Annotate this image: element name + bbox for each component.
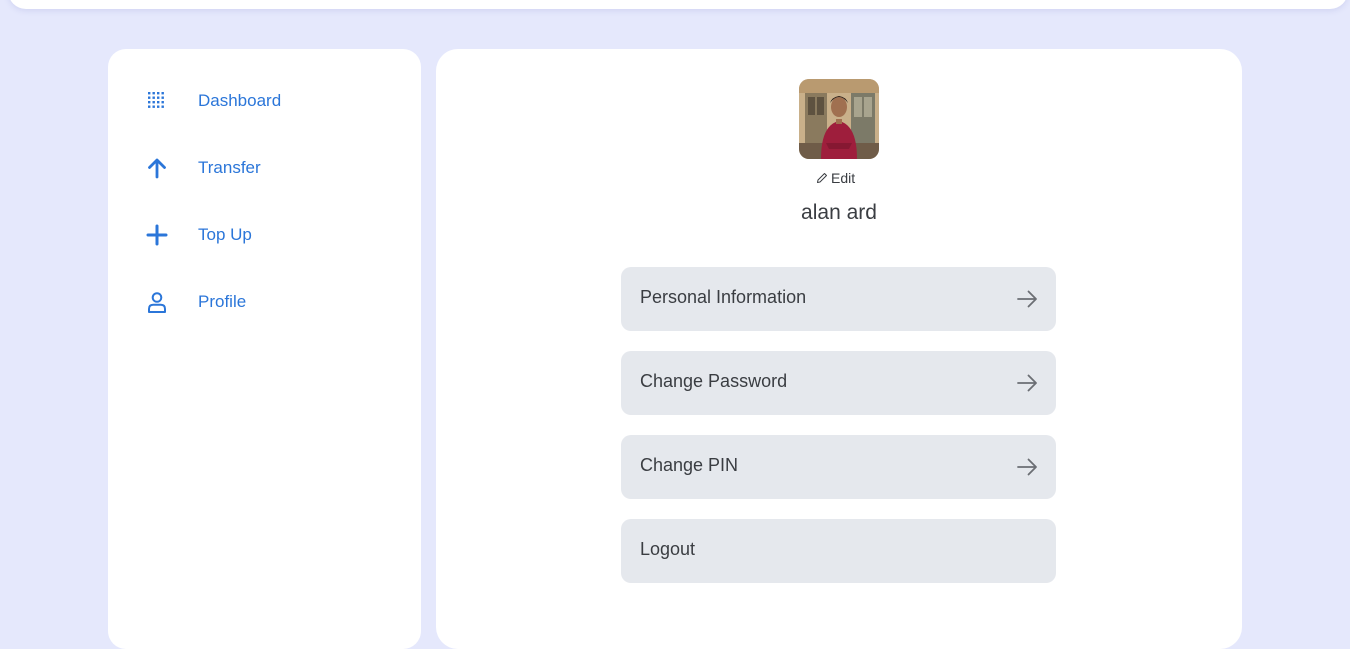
sidebar-item-label: Profile bbox=[198, 292, 247, 311]
arrow-right-icon bbox=[1016, 456, 1038, 478]
sidebar: Dashboard Transfer Top Up Profile bbox=[108, 49, 421, 649]
sidebar-item-transfer[interactable]: Transfer bbox=[144, 153, 261, 183]
change-password-button[interactable]: Change Password bbox=[621, 351, 1056, 415]
menu-button-label: Personal Information bbox=[640, 286, 807, 307]
user-name: alan ard bbox=[801, 201, 877, 224]
menu-button-label: Change Password bbox=[640, 370, 788, 391]
edit-avatar-button[interactable]: Edit bbox=[816, 170, 855, 186]
pencil-icon bbox=[816, 172, 828, 184]
sidebar-item-topup[interactable]: Top Up bbox=[144, 220, 252, 250]
sidebar-item-label: Top Up bbox=[198, 225, 252, 244]
sidebar-item-profile[interactable]: Profile bbox=[144, 287, 246, 317]
sidebar-item-dashboard[interactable]: Dashboard bbox=[144, 86, 281, 116]
profile-panel: Edit alan ard Personal Information Chang… bbox=[436, 49, 1242, 649]
sidebar-item-label: Transfer bbox=[198, 158, 261, 177]
sidebar-item-label: Dashboard bbox=[198, 91, 282, 110]
arrow-right-icon bbox=[1016, 372, 1038, 394]
logout-button[interactable]: Logout bbox=[621, 519, 1056, 583]
grid-icon bbox=[144, 88, 170, 114]
edit-label: Edit bbox=[831, 170, 856, 186]
arrow-right-icon bbox=[1016, 288, 1038, 310]
menu-button-label: Change PIN bbox=[640, 454, 739, 475]
top-navbar bbox=[8, 0, 1348, 9]
avatar[interactable] bbox=[799, 79, 879, 159]
personal-information-button[interactable]: Personal Information bbox=[621, 267, 1056, 331]
arrow-up-icon bbox=[144, 155, 170, 181]
menu-button-label: Logout bbox=[640, 538, 696, 559]
user-icon bbox=[144, 289, 170, 315]
change-pin-button[interactable]: Change PIN bbox=[621, 435, 1056, 499]
plus-icon bbox=[144, 222, 170, 248]
